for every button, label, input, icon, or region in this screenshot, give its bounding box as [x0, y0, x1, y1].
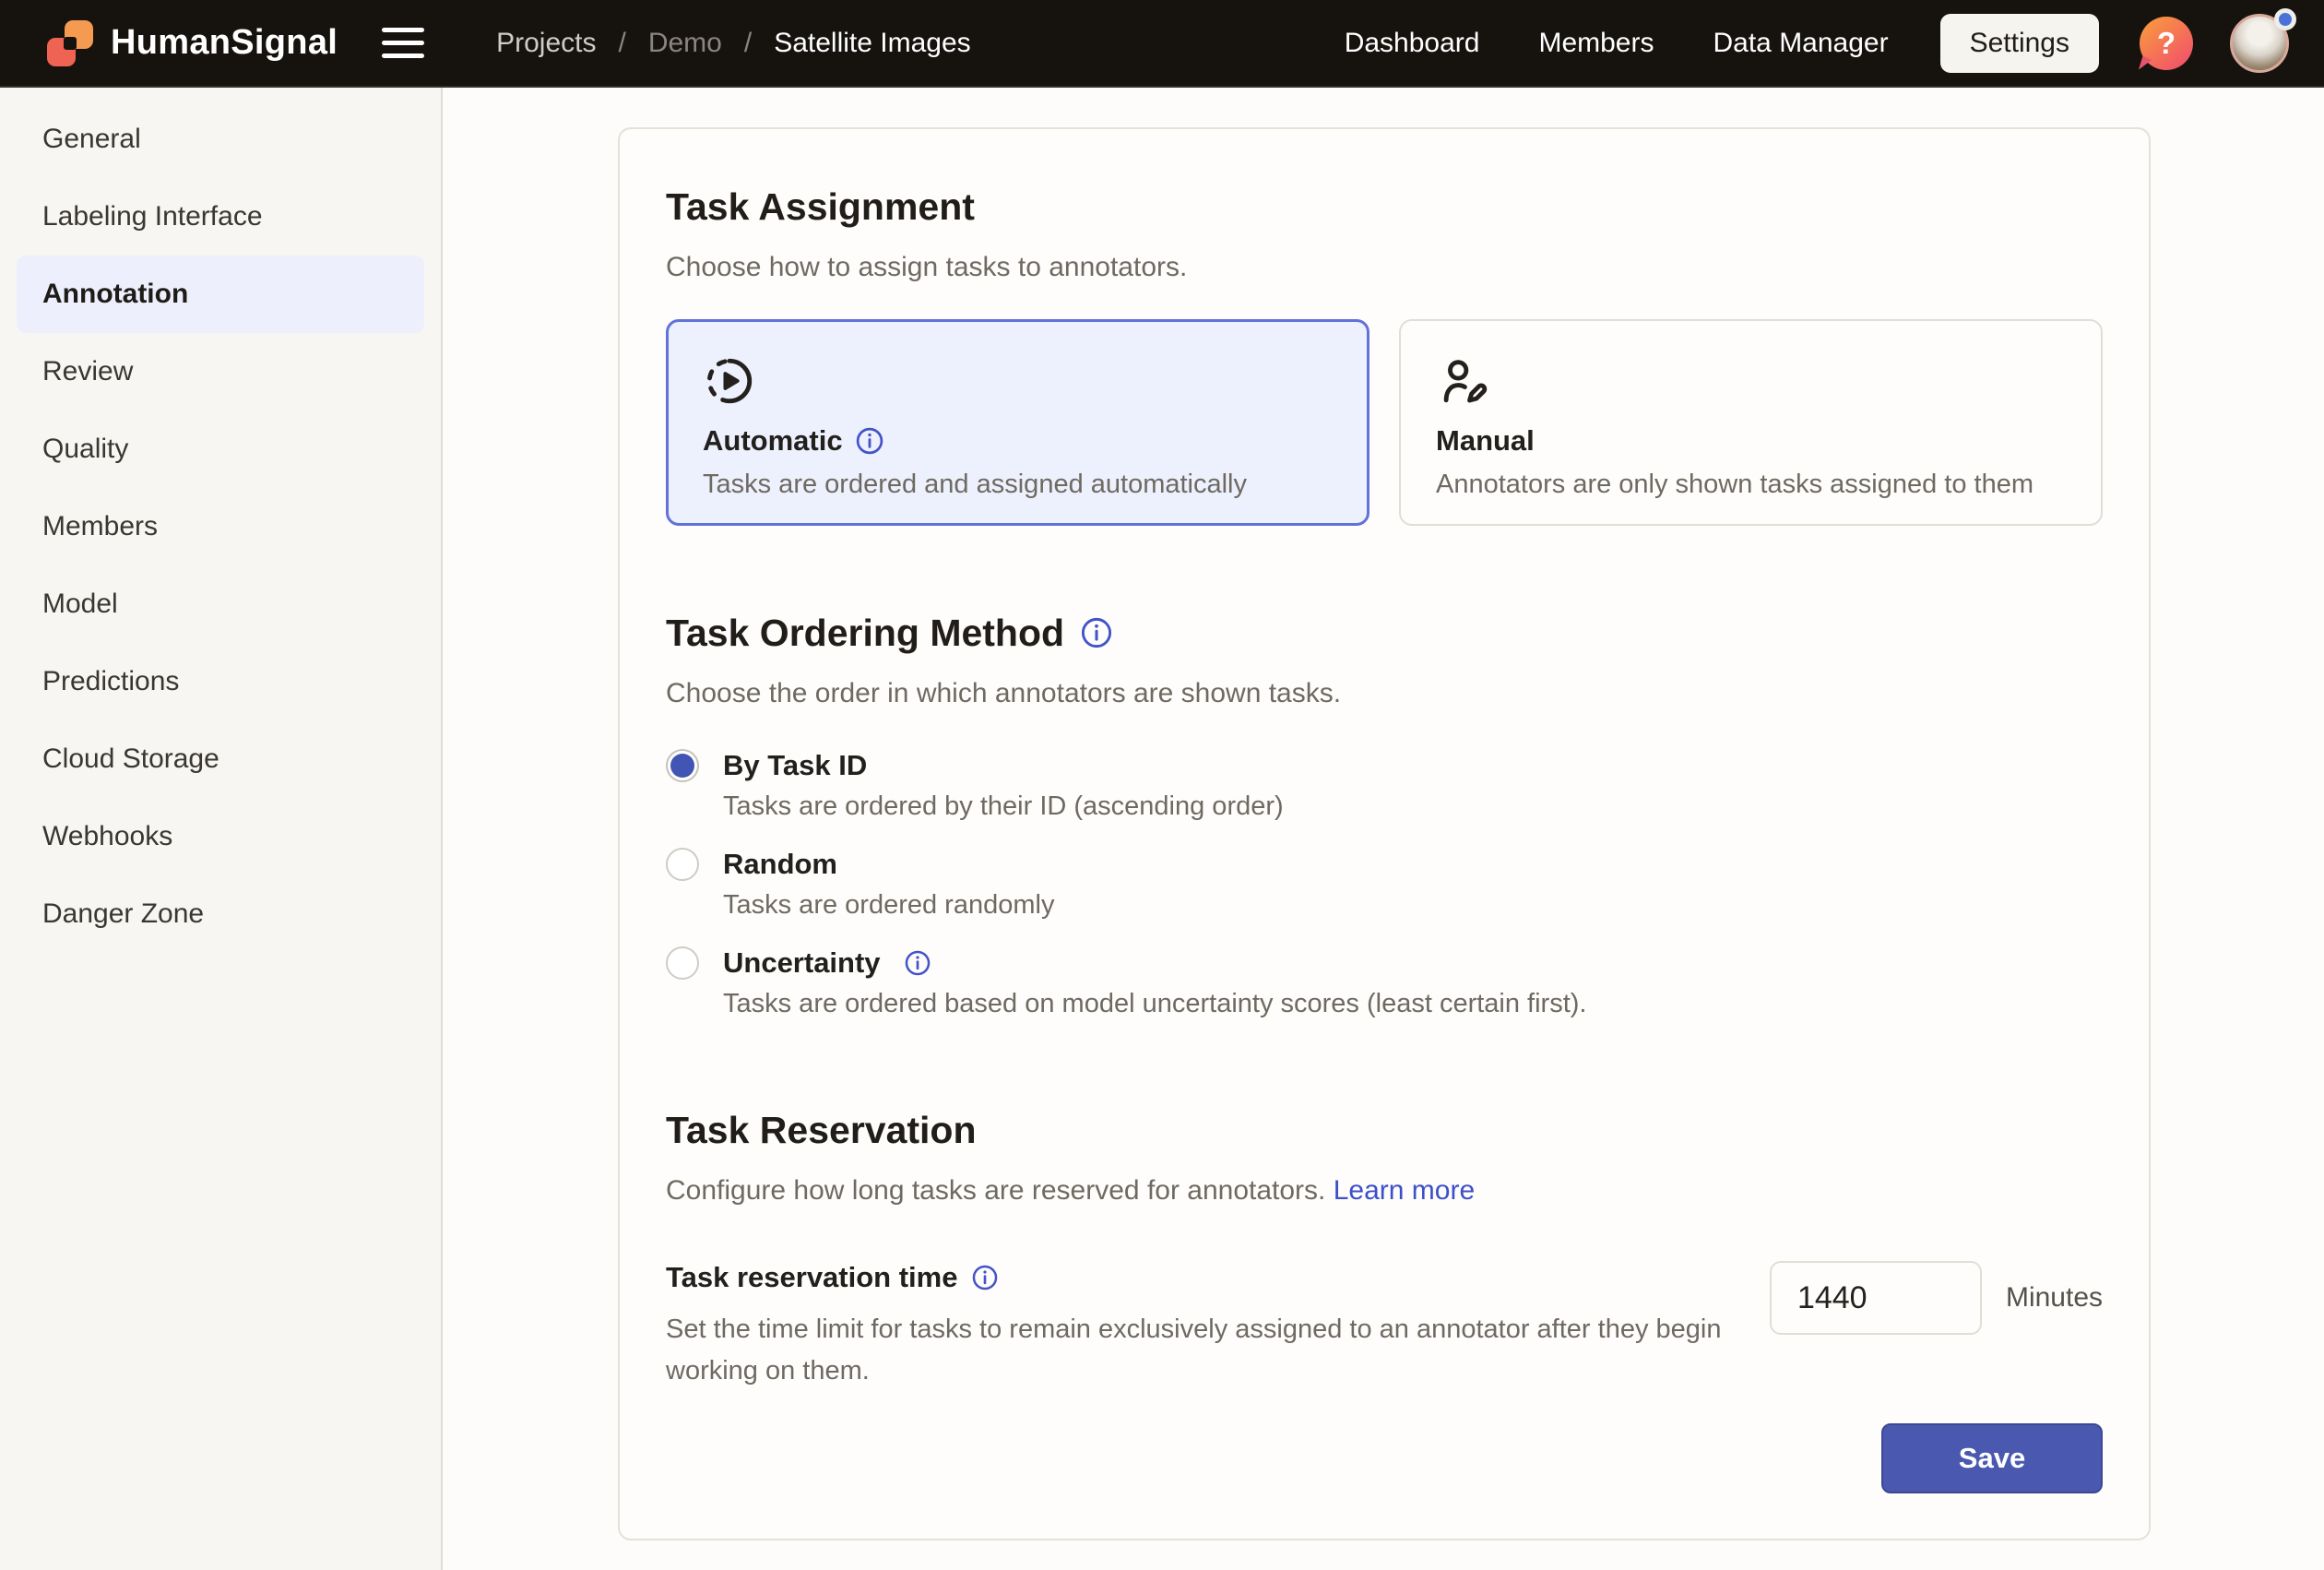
breadcrumb-projects[interactable]: Projects [496, 28, 596, 59]
avatar-status-badge [2274, 8, 2296, 30]
sidebar-item-annotation[interactable]: Annotation [17, 256, 424, 333]
random-description: Tasks are ordered randomly [723, 890, 2103, 921]
nav-members[interactable]: Members [1538, 28, 1654, 59]
humansignal-logo-icon [46, 19, 94, 67]
top-bar: HumanSignal Projects / Demo / Satellite … [0, 0, 2324, 88]
reservation-description-text: Configure how long tasks are reserved fo… [666, 1175, 1325, 1206]
sidebar-item-labeling-interface[interactable]: Labeling Interface [17, 178, 424, 256]
uncertainty-label[interactable]: Uncertainty [723, 946, 881, 980]
manual-option-description: Annotators are only shown tasks assigned… [1436, 470, 2066, 500]
annotation-settings-card: Task Assignment Choose how to assign tas… [618, 127, 2151, 1540]
automatic-option-description: Tasks are ordered and assigned automatic… [703, 470, 1333, 500]
task-reservation-description: Configure how long tasks are reserved fo… [666, 1174, 2103, 1207]
ordering-option-random: Random Tasks are ordered randomly [666, 848, 2103, 921]
by-task-id-label[interactable]: By Task ID [723, 749, 867, 782]
assignment-option-manual[interactable]: Manual Annotators are only shown tasks a… [1399, 319, 2103, 526]
minutes-unit-label: Minutes [2006, 1282, 2103, 1314]
uncertainty-radio-row[interactable]: Uncertainty [666, 946, 2103, 980]
random-radio-row[interactable]: Random [666, 848, 2103, 881]
task-assignment-description: Choose how to assign tasks to annotators… [666, 251, 2103, 284]
breadcrumb: Projects / Demo / Satellite Images [496, 28, 971, 59]
humansignal-logo[interactable]: HumanSignal [46, 19, 338, 67]
automatic-info-icon[interactable] [856, 427, 883, 455]
settings-sidebar: General Labeling Interface Annotation Re… [0, 88, 443, 1570]
uncertainty-radio[interactable] [666, 946, 699, 980]
breadcrumb-separator: / [618, 28, 625, 59]
task-ordering-info-icon[interactable] [1081, 617, 1112, 648]
ordering-radio-group: By Task ID Tasks are ordered by their ID… [666, 749, 2103, 1019]
uncertainty-info-icon[interactable] [905, 950, 931, 976]
nav-data-manager[interactable]: Data Manager [1713, 28, 1888, 59]
reservation-time-info-icon[interactable] [972, 1265, 998, 1290]
sidebar-item-cloud-storage[interactable]: Cloud Storage [17, 720, 424, 798]
breadcrumb-demo[interactable]: Demo [648, 28, 722, 59]
task-assignment-title: Task Assignment [666, 184, 2103, 229]
user-avatar[interactable] [2230, 14, 2289, 73]
by-task-id-radio[interactable] [666, 749, 699, 782]
user-pen-icon [1436, 354, 2066, 408]
task-ordering-title: Task Ordering Method [666, 611, 1064, 655]
sidebar-item-members[interactable]: Members [17, 488, 424, 565]
sidebar-item-danger-zone[interactable]: Danger Zone [17, 875, 424, 953]
sidebar-item-quality[interactable]: Quality [17, 410, 424, 488]
by-task-id-radio-row[interactable]: By Task ID [666, 749, 2103, 782]
random-radio[interactable] [666, 848, 699, 881]
by-task-id-description: Tasks are ordered by their ID (ascending… [723, 791, 2103, 822]
top-nav: Dashboard Members Data Manager [1345, 28, 1889, 59]
task-ordering-description: Choose the order in which annotators are… [666, 677, 2103, 710]
help-icon[interactable]: ? [2140, 17, 2193, 70]
reservation-field-row: Task reservation time Set the time limit… [666, 1261, 2103, 1392]
reservation-time-label: Task reservation time [666, 1261, 957, 1294]
sidebar-item-general[interactable]: General [17, 101, 424, 178]
breadcrumb-current-page: Satellite Images [774, 28, 970, 59]
task-reservation-title: Task Reservation [666, 1108, 2103, 1152]
sidebar-item-review[interactable]: Review [17, 333, 424, 410]
assignment-option-automatic[interactable]: Automatic Tasks are ordered and assigned… [666, 319, 1370, 526]
settings-button[interactable]: Settings [1940, 14, 2099, 73]
learn-more-link[interactable]: Learn more [1334, 1175, 1475, 1206]
reservation-time-description: Set the time limit for tasks to remain e… [666, 1309, 1754, 1392]
random-label[interactable]: Random [723, 848, 837, 881]
hamburger-menu-icon[interactable] [382, 28, 424, 58]
sidebar-item-model[interactable]: Model [17, 565, 424, 643]
main-content: Task Assignment Choose how to assign tas… [443, 88, 2324, 1570]
play-circle-icon [703, 354, 1333, 408]
reservation-time-input[interactable] [1770, 1261, 1982, 1335]
assignment-options: Automatic Tasks are ordered and assigned… [666, 319, 2103, 526]
nav-dashboard[interactable]: Dashboard [1345, 28, 1480, 59]
automatic-option-label: Automatic [703, 424, 843, 458]
save-button[interactable]: Save [1881, 1423, 2103, 1493]
sidebar-item-predictions[interactable]: Predictions [17, 643, 424, 720]
breadcrumb-separator: / [744, 28, 752, 59]
sidebar-item-webhooks[interactable]: Webhooks [17, 798, 424, 875]
manual-option-label: Manual [1436, 424, 1535, 458]
ordering-option-uncertainty: Uncertainty Tasks are ordered based on m… [666, 946, 2103, 1019]
logo-text: HumanSignal [111, 23, 338, 63]
uncertainty-description: Tasks are ordered based on model uncerta… [723, 989, 2103, 1019]
ordering-option-by-task-id: By Task ID Tasks are ordered by their ID… [666, 749, 2103, 822]
